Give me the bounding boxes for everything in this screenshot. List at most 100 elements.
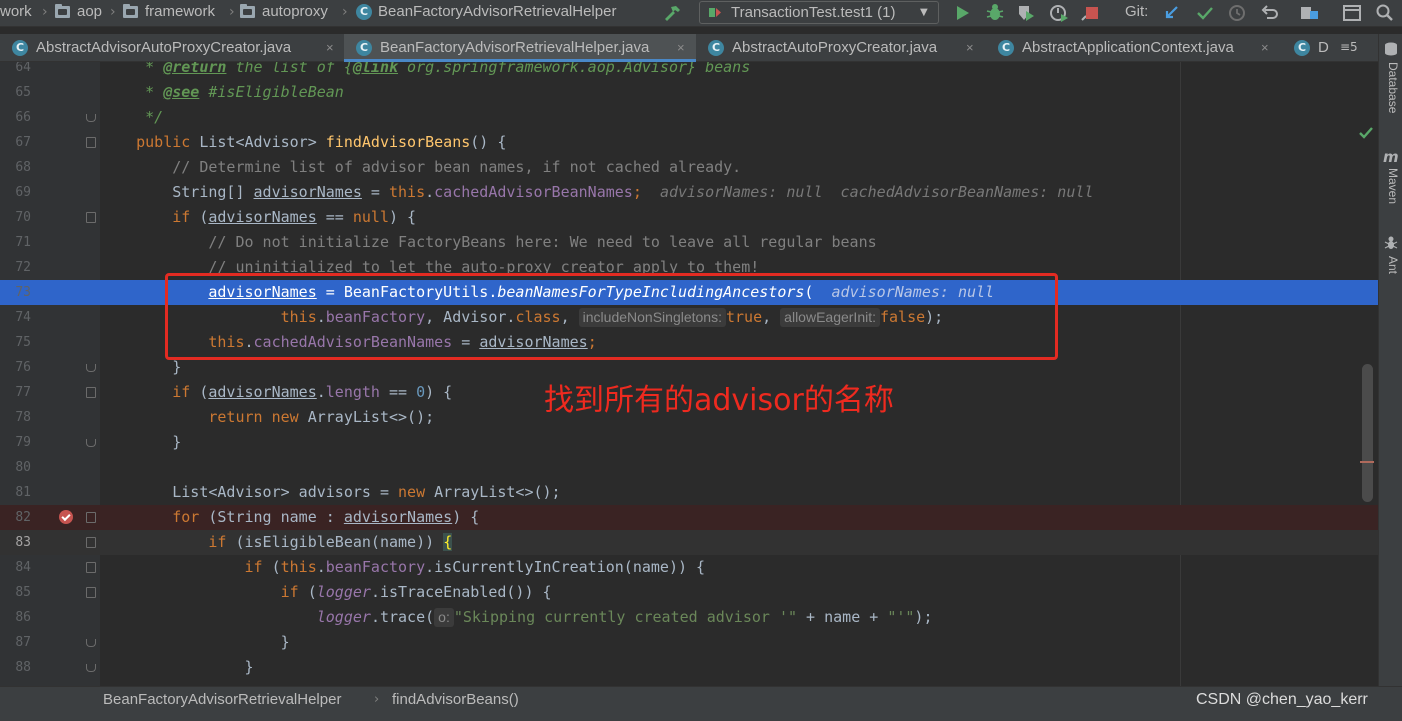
tab-label: AbstractApplicationContext.java xyxy=(1022,39,1234,56)
code-line[interactable]: 86 logger.trace(o: "Skipping currently cr… xyxy=(0,605,1378,630)
breadcrumb-separator: › xyxy=(374,692,380,707)
line-code: if (isEligibleBean(name)) { xyxy=(208,533,453,551)
code-line[interactable]: 71 // Do not initialize FactoryBeans her… xyxy=(0,230,1378,255)
line-number: 83 xyxy=(15,535,31,550)
code-line[interactable]: 80 xyxy=(0,455,1378,480)
run-configuration-selector[interactable]: TransactionTest.test1 (1) ▼ xyxy=(699,1,939,24)
fold-end-icon[interactable] xyxy=(86,114,96,122)
line-code: * @return the list of {@link org.springf… xyxy=(100,62,751,76)
run-with-coverage-icon[interactable] xyxy=(1015,2,1037,24)
fold-icon[interactable] xyxy=(86,587,96,598)
git-update-icon[interactable] xyxy=(1161,2,1183,24)
crumb-autoproxy[interactable]: autoproxy xyxy=(262,0,328,25)
terminal-icon[interactable] xyxy=(1341,2,1363,24)
line-code: public List<Advisor> findAdvisorBeans() … xyxy=(136,133,507,151)
tab-abstract-application-context[interactable]: C AbstractApplicationContext.java × xyxy=(986,34,1282,62)
class-icon: C xyxy=(356,4,372,20)
close-icon[interactable]: × xyxy=(677,34,685,61)
fold-icon[interactable] xyxy=(86,387,96,398)
line-number: 73 xyxy=(15,285,31,300)
tab-list-button[interactable]: ≡5 xyxy=(1340,34,1358,61)
fold-end-icon[interactable] xyxy=(86,664,96,672)
line-code: } xyxy=(172,433,182,451)
project-structure-icon[interactable] xyxy=(1298,2,1320,24)
close-icon[interactable]: × xyxy=(1261,34,1269,61)
line-code: return new ArrayList<>(); xyxy=(208,408,435,426)
vertical-scrollbar[interactable] xyxy=(1362,364,1373,502)
line-code: } xyxy=(244,658,254,676)
line-number: 76 xyxy=(15,360,31,375)
breadcrumb-method[interactable]: findAdvisorBeans() xyxy=(392,687,519,712)
crumb-class[interactable]: BeanFactoryAdvisorRetrievalHelper xyxy=(378,0,616,25)
database-tool-button[interactable]: Database xyxy=(1382,62,1400,113)
navigation-bar: work › aop › framework › autoproxy › C B… xyxy=(0,0,1402,27)
git-commit-icon[interactable] xyxy=(1194,2,1216,24)
code-line[interactable]: 81 List<Advisor> advisors = new ArrayLis… xyxy=(0,480,1378,505)
search-icon[interactable] xyxy=(1374,2,1396,24)
fold-icon[interactable] xyxy=(86,562,96,573)
tool-window-strip: Database m Maven Ant xyxy=(1378,34,1402,686)
code-line[interactable]: 88 } xyxy=(0,655,1378,680)
code-line[interactable]: 87 } xyxy=(0,630,1378,655)
close-icon[interactable]: × xyxy=(326,34,334,61)
history-icon[interactable] xyxy=(1226,2,1248,24)
rollback-icon[interactable] xyxy=(1259,2,1281,24)
line-number: 75 xyxy=(15,335,31,350)
line-number: 64 xyxy=(15,62,31,75)
code-line[interactable]: 68 // Determine list of advisor bean nam… xyxy=(0,155,1378,180)
code-line[interactable]: 69 String[] advisorNames = this.cachedAd… xyxy=(0,180,1378,205)
line-code: logger.trace(o: "Skipping currently creat… xyxy=(316,608,933,627)
caret-line[interactable]: 83 if (isEligibleBean(name)) { xyxy=(0,530,1378,555)
line-code: String[] advisorNames = this.cachedAdvis… xyxy=(172,183,1094,201)
tab-abstract-auto-proxy-creator[interactable]: C AbstractAutoProxyCreator.java × xyxy=(696,34,986,62)
fold-icon[interactable] xyxy=(86,512,96,523)
crumb-work[interactable]: work xyxy=(0,0,32,25)
close-icon[interactable]: × xyxy=(966,34,974,61)
maven-icon: m xyxy=(1383,148,1399,166)
code-editor[interactable]: 64 * @return the list of {@link org.spri… xyxy=(0,62,1378,686)
error-stripe-mark[interactable] xyxy=(1360,461,1374,463)
breadcrumb-class[interactable]: BeanFactoryAdvisorRetrievalHelper xyxy=(103,687,341,712)
tab-label: AbstractAutoProxyCreator.java xyxy=(732,39,938,56)
line-number: 86 xyxy=(15,610,31,625)
code-line[interactable]: 65 * @see #isEligibleBean xyxy=(0,80,1378,105)
chevron-right-icon: › xyxy=(342,4,348,20)
tab-abstract-advisor-auto-proxy-creator[interactable]: C AbstractAdvisorAutoProxyCreator.java × xyxy=(0,34,344,62)
folder-icon xyxy=(55,4,70,18)
code-line[interactable]: 79 } xyxy=(0,430,1378,455)
fold-end-icon[interactable] xyxy=(86,364,96,372)
code-line[interactable]: 67 public List<Advisor> findAdvisorBeans… xyxy=(0,130,1378,155)
maven-tool-button[interactable]: Maven xyxy=(1382,168,1400,204)
run-icon[interactable] xyxy=(951,2,973,24)
fold-icon[interactable] xyxy=(86,212,96,223)
fold-end-icon[interactable] xyxy=(86,639,96,647)
crumb-aop[interactable]: aop xyxy=(77,0,102,25)
fold-icon[interactable] xyxy=(86,137,96,148)
breakpoint-icon[interactable] xyxy=(59,510,73,524)
tab-bean-factory-advisor-retrieval-helper[interactable]: C BeanFactoryAdvisorRetrievalHelper.java… xyxy=(344,34,696,62)
code-line[interactable]: 84 if (this.beanFactory.isCurrentlyInCre… xyxy=(0,555,1378,580)
line-number: 84 xyxy=(15,560,31,575)
parameter-hint: o: xyxy=(434,608,454,627)
crumb-framework[interactable]: framework xyxy=(145,0,215,25)
chevron-right-icon: › xyxy=(229,4,235,20)
stop-icon[interactable] xyxy=(1081,2,1103,24)
fold-end-icon[interactable] xyxy=(86,439,96,447)
line-code: */ xyxy=(145,108,164,126)
tab-overflow-partial[interactable]: C D xyxy=(1282,34,1338,62)
code-line[interactable]: 85 if (logger.isTraceEnabled()) { xyxy=(0,580,1378,605)
breakpoint-line[interactable]: 82 for (String name : advisorNames) { xyxy=(0,505,1378,530)
ant-tool-button[interactable]: Ant xyxy=(1382,256,1400,274)
code-line[interactable]: 66 */ xyxy=(0,105,1378,130)
build-hammer-icon[interactable] xyxy=(661,2,683,24)
fold-icon[interactable] xyxy=(86,537,96,548)
debug-icon[interactable] xyxy=(984,2,1006,24)
profiler-icon[interactable] xyxy=(1048,2,1070,24)
line-number: 80 xyxy=(15,460,31,475)
code-line[interactable]: 64 * @return the list of {@link org.spri… xyxy=(0,62,1378,80)
dropdown-arrow-icon: ▼ xyxy=(920,7,928,18)
watermark: CSDN @chen_yao_kerr xyxy=(1196,691,1368,708)
inspection-ok-icon[interactable] xyxy=(1358,126,1374,140)
code-line[interactable]: 70 if (advisorNames == null) { xyxy=(0,205,1378,230)
class-icon: C xyxy=(12,40,28,56)
